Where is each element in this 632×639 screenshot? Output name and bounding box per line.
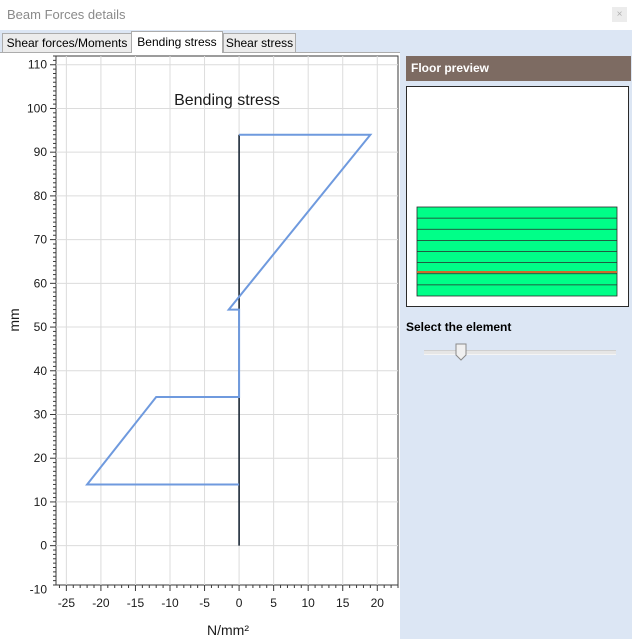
y-tick-label: 110 — [28, 58, 47, 72]
y-tick-label: 80 — [34, 189, 48, 203]
y-tick-label: 100 — [27, 101, 47, 115]
element-slider-track[interactable] — [424, 350, 616, 355]
y-tick-label: 20 — [34, 451, 48, 465]
y-tick-label: 90 — [34, 145, 48, 159]
x-tick-label: 0 — [236, 596, 243, 610]
y-tick-label: 30 — [34, 407, 48, 421]
x-tick-label: -5 — [199, 596, 210, 610]
y-tick-label: 0 — [40, 539, 47, 553]
floor-preview-header: Floor preview — [406, 56, 631, 81]
select-element-label: Select the element — [406, 320, 512, 334]
x-tick-label: 5 — [270, 596, 277, 610]
floor-layers — [416, 206, 618, 297]
x-tick-label: -10 — [161, 596, 179, 610]
tab-shear-forces-moments[interactable]: Shear forces/Moments — [2, 33, 132, 52]
window-titlebar: Beam Forces details × — [0, 0, 632, 30]
y-tick-label: 50 — [34, 320, 48, 334]
y-tick-label-clipped: -10 — [30, 582, 48, 596]
window-title: Beam Forces details — [7, 7, 126, 22]
tab-strip: Shear forces/Moments Bending stress Shea… — [0, 31, 400, 53]
close-icon[interactable]: × — [612, 7, 627, 22]
y-axis-label: mm — [6, 308, 22, 331]
floor-preview — [406, 86, 629, 307]
chart-title: Bending stress — [174, 92, 280, 109]
x-tick-label: 20 — [371, 596, 385, 610]
bending-stress-chart: 0 10 20 30 40 50 60 70 80 90 100 110 -10 -25 -20 -15 -10… — [0, 53, 400, 639]
y-tick-label: 10 — [34, 495, 48, 509]
chart-svg: 0102030405060708090100110-10-25 -20 -15 -10… — [6, 55, 399, 638]
y-tick-label: 70 — [34, 233, 48, 247]
x-tick-label: -25 — [58, 596, 76, 610]
x-tick-label: -15 — [127, 596, 145, 610]
tab-shear-stress[interactable]: Shear stress — [223, 33, 296, 52]
y-tick-label: 40 — [34, 364, 48, 378]
tab-bending-stress[interactable]: Bending stress — [131, 31, 223, 53]
floor-preview-graphic — [416, 206, 618, 297]
x-axis-label: N/mm² — [207, 622, 249, 638]
element-slider-thumb[interactable] — [455, 343, 467, 361]
x-tick-label: 10 — [302, 596, 316, 610]
y-tick-label: 60 — [34, 276, 48, 290]
x-tick-label: 15 — [336, 596, 350, 610]
x-tick-label: -20 — [92, 596, 110, 610]
